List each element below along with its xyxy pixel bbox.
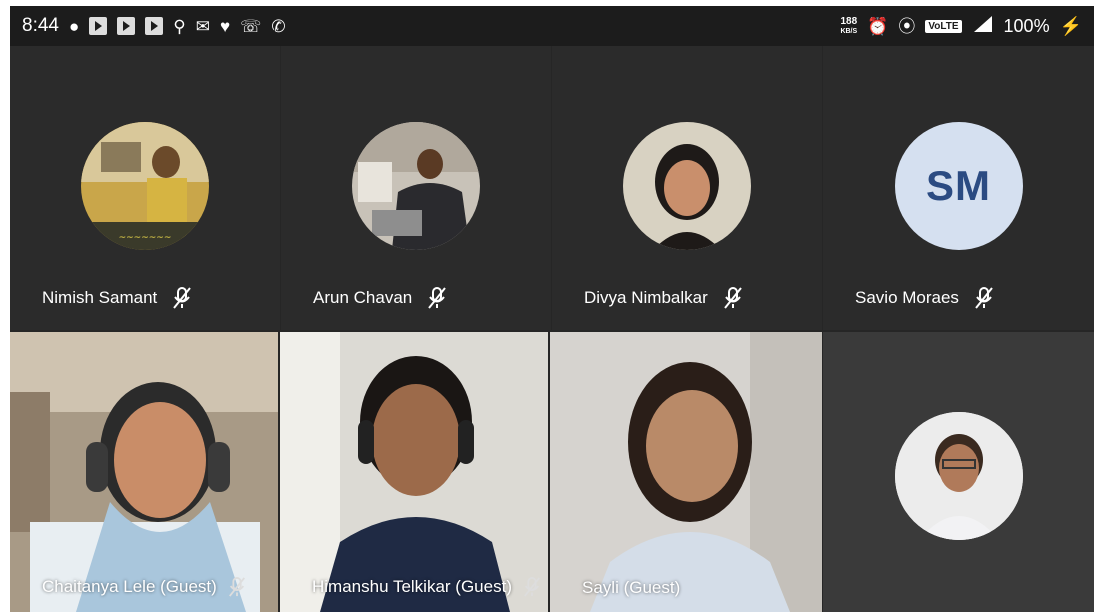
svg-text:~~~~~~~: ~~~~~~~ — [119, 233, 172, 243]
participant-name-row: Arun Chavan — [281, 278, 551, 318]
mic-off-icon — [522, 576, 542, 598]
youtube-notification-icon — [145, 17, 164, 35]
avatar — [623, 122, 751, 250]
video-label: Chaitanya Lele (Guest) — [42, 576, 247, 598]
alarm-icon: ⏰ — [867, 16, 889, 36]
video-tile[interactable]: Sayli (Guest) — [550, 332, 822, 612]
avatar — [352, 122, 480, 250]
participant-tile[interactable]: SM Savio Moraes — [823, 46, 1094, 330]
call-notification-icon: ✆ — [271, 16, 286, 36]
participant-name: Savio Moraes — [855, 288, 959, 307]
clock: 8:44 — [22, 15, 59, 36]
participant-name-row: Nimish Samant — [10, 278, 280, 318]
participant-name-row: Divya Nimbalkar — [552, 278, 822, 318]
youtube-notification-icon — [89, 17, 108, 35]
youtube-notification-icon — [117, 17, 136, 35]
avatar: ~~~~~~~ — [81, 122, 209, 250]
heart-notification-icon: ♥ — [219, 16, 231, 36]
network-speed-unit: KB/S — [840, 27, 858, 35]
participant-tile[interactable]: Arun Chavan — [281, 46, 551, 330]
participant-name-row: Savio Moraes — [823, 278, 1094, 318]
search-notification-icon: ⚲ — [173, 16, 186, 36]
video-feed — [10, 332, 278, 612]
meeting-screen: 8:44 ● ⚲ ✉ ♥ ☏ ✆ 188 KB/S ⏰ ⦿ VoLTE 100%… — [10, 6, 1094, 612]
mic-off-icon — [171, 286, 193, 310]
participant-name: Divya Nimbalkar — [584, 288, 708, 307]
avatar-initials: SM — [926, 162, 991, 209]
video-feed — [280, 332, 548, 612]
status-bar: 8:44 ● ⚲ ✉ ♥ ☏ ✆ 188 KB/S ⏰ ⦿ VoLTE 100%… — [10, 6, 1094, 46]
mic-off-icon — [227, 576, 247, 598]
avatar — [894, 412, 1023, 540]
mic-off-icon — [973, 286, 995, 310]
mic-off-icon — [426, 286, 448, 310]
participant-name: Chaitanya Lele (Guest) — [42, 577, 217, 596]
whatsapp-notification-icon: ☏ — [240, 16, 262, 36]
avatar: SM — [894, 122, 1023, 250]
participant-tile[interactable]: Divya Nimbalkar — [552, 46, 822, 330]
participant-name: Arun Chavan — [313, 288, 413, 307]
network-speed-value: 188 — [840, 15, 858, 27]
hotspot-icon: ⦿ — [898, 16, 916, 36]
participant-name: Nimish Samant — [42, 288, 158, 307]
video-tile[interactable]: Chaitanya Lele (Guest) — [10, 332, 278, 612]
video-tile[interactable]: Himanshu Telkikar (Guest) — [280, 332, 548, 612]
status-bar-right: 188 KB/S ⏰ ⦿ VoLTE 100% ⚡ — [840, 15, 1082, 38]
battery-level: 100% — [1003, 15, 1050, 36]
video-label: Sayli (Guest) — [582, 578, 680, 598]
mail-notification-icon: ✉ — [195, 16, 210, 36]
participant-name: Himanshu Telkikar (Guest) — [312, 577, 512, 596]
status-bar-left: 8:44 ● ⚲ ✉ ♥ ☏ ✆ — [22, 15, 286, 37]
mic-off-icon — [722, 286, 744, 310]
charging-icon: ⚡ — [1059, 15, 1082, 36]
signal-icon — [972, 15, 994, 38]
video-label: Himanshu Telkikar (Guest) — [312, 576, 542, 598]
video-feed — [550, 332, 822, 612]
network-speed: 188 KB/S — [840, 15, 858, 36]
participant-tile[interactable]: ~~~~~~~ Nimish Samant — [10, 46, 280, 330]
participant-name: Sayli (Guest) — [582, 578, 681, 597]
volte-badge: VoLTE — [925, 19, 962, 33]
chat-notification-icon: ● — [68, 16, 80, 36]
self-view-tile[interactable] — [823, 332, 1094, 612]
